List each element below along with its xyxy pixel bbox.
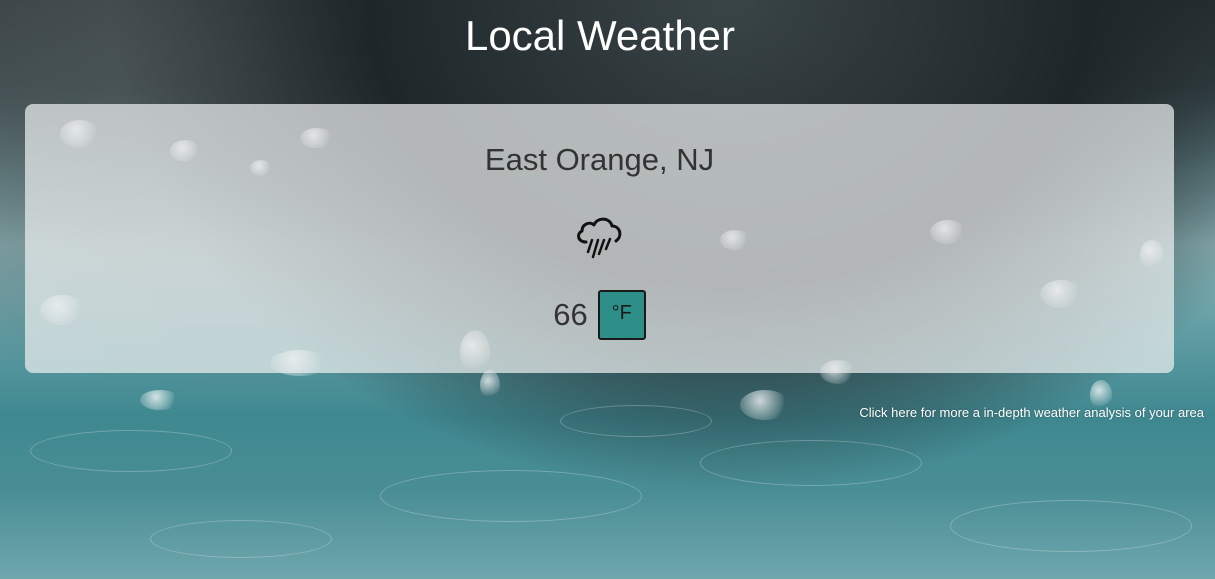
weather-card: East Orange, NJ 66 °F [25, 104, 1174, 373]
rain-cloud-icon [577, 217, 622, 259]
unit-toggle-button[interactable]: °F [597, 290, 646, 340]
temperature-row: 66 °F [25, 290, 1174, 340]
page-title: Local Weather [464, 12, 736, 59]
detailed-analysis-link[interactable]: Click here for more a in-depth weather a… [859, 405, 1204, 420]
location-label: East Orange, NJ [484, 142, 715, 177]
temperature-value: 66 [553, 297, 588, 332]
